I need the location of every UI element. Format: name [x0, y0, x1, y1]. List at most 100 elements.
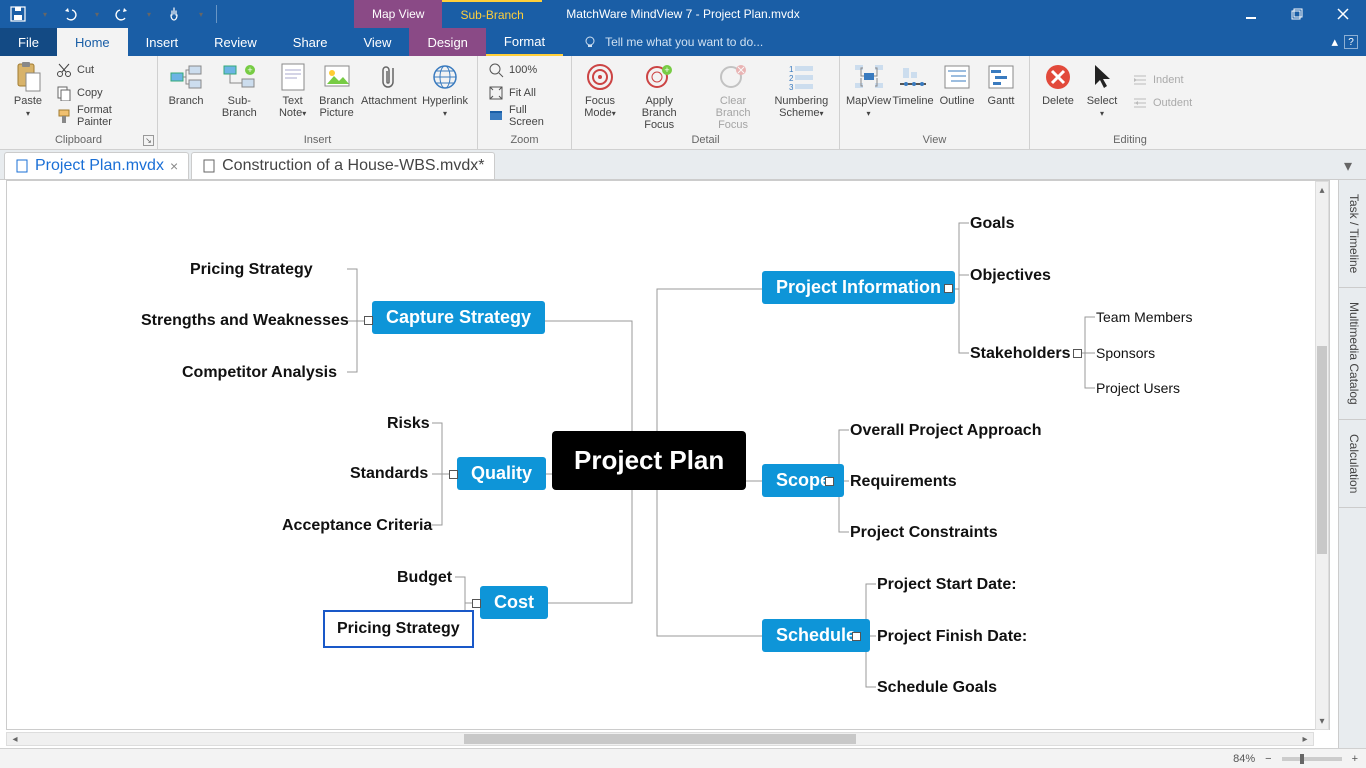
contextual-tab-subbranch-header[interactable]: Sub-Branch: [442, 0, 541, 28]
fullscreen-button[interactable]: Full Screen: [484, 105, 565, 127]
toggle-stakeholders[interactable]: [1073, 349, 1082, 358]
node-objectives[interactable]: Objectives: [970, 267, 1051, 285]
apply-branch-focus-button[interactable]: +Apply BranchFocus: [622, 59, 696, 133]
qat-save-button[interactable]: [6, 2, 30, 26]
numbering-scheme-button[interactable]: 123NumberingScheme▾: [770, 59, 833, 122]
toggle-scope[interactable]: [825, 477, 834, 486]
scroll-down-button[interactable]: ▾: [1316, 713, 1328, 729]
qat-save-dropdown[interactable]: [32, 2, 56, 26]
tab-view[interactable]: View: [345, 28, 409, 56]
sidetab-multimedia-catalog[interactable]: Multimedia Catalog: [1339, 288, 1366, 420]
qat-undo-dropdown[interactable]: [84, 2, 108, 26]
zoom-out-button[interactable]: −: [1265, 753, 1271, 765]
attachment-button[interactable]: Attachment: [359, 59, 419, 109]
zoom-in-button[interactable]: +: [1352, 753, 1358, 765]
node-project-users[interactable]: Project Users: [1096, 380, 1180, 396]
doctab-construction[interactable]: Construction of a House-WBS.mvdx*: [191, 152, 495, 179]
doctab-close-button[interactable]: ×: [170, 158, 178, 174]
subbranch-button[interactable]: +Sub-Branch: [208, 59, 271, 121]
timeline-button[interactable]: Timeline: [891, 59, 935, 109]
node-competitor-analysis[interactable]: Competitor Analysis: [182, 364, 337, 382]
branch-picture-button[interactable]: BranchPicture: [315, 59, 359, 121]
sidetab-calculation[interactable]: Calculation: [1339, 420, 1366, 508]
node-root[interactable]: Project Plan: [552, 431, 746, 490]
zoom-level[interactable]: 84%: [1233, 753, 1255, 765]
node-team-members[interactable]: Team Members: [1096, 309, 1192, 325]
qat-touch-button[interactable]: [162, 2, 186, 26]
tab-review[interactable]: Review: [196, 28, 275, 56]
minimize-button[interactable]: [1228, 0, 1274, 28]
node-schedule-goals[interactable]: Schedule Goals: [877, 679, 997, 697]
qat-redo-button[interactable]: [110, 2, 134, 26]
zoom-slider[interactable]: [1282, 757, 1342, 761]
node-standards[interactable]: Standards: [350, 465, 428, 483]
hyperlink-button[interactable]: Hyperlink▾: [419, 59, 471, 122]
focus-mode-button[interactable]: FocusMode▾: [578, 59, 622, 122]
select-button[interactable]: Select▾: [1080, 59, 1124, 122]
zoom-slider-knob[interactable]: [1300, 754, 1304, 764]
sidetab-task-timeline[interactable]: Task / Timeline: [1339, 180, 1366, 288]
clipboard-launcher[interactable]: ↘: [143, 135, 154, 146]
node-start-date[interactable]: Project Start Date:: [877, 576, 1017, 594]
vscroll-thumb[interactable]: [1317, 346, 1327, 554]
zoom-100-button[interactable]: 100%: [484, 59, 565, 81]
tab-design[interactable]: Design: [409, 28, 485, 56]
node-strengths-weaknesses[interactable]: Strengths and Weaknesses: [141, 312, 349, 330]
qat-redo-dropdown[interactable]: [136, 2, 160, 26]
toggle-schedule[interactable]: [852, 632, 861, 641]
tab-insert[interactable]: Insert: [128, 28, 197, 56]
format-painter-button[interactable]: Format Painter: [52, 105, 151, 127]
toggle-cost[interactable]: [472, 599, 481, 608]
toggle-capture[interactable]: [364, 316, 373, 325]
horizontal-scrollbar[interactable]: ◂ ▸: [6, 732, 1314, 746]
node-cost[interactable]: Cost: [480, 586, 548, 619]
mindmap-canvas[interactable]: Project Plan Capture Strategy Pricing St…: [6, 180, 1330, 730]
node-requirements[interactable]: Requirements: [850, 473, 957, 491]
tab-share[interactable]: Share: [275, 28, 346, 56]
tab-file[interactable]: File: [0, 28, 57, 56]
scroll-up-button[interactable]: ▴: [1316, 182, 1328, 198]
doctab-dropdown[interactable]: ▾: [1344, 156, 1360, 172]
delete-button[interactable]: Delete: [1036, 59, 1080, 109]
close-button[interactable]: [1320, 0, 1366, 28]
node-pricing-strategy[interactable]: Pricing Strategy: [190, 261, 313, 279]
node-finish-date[interactable]: Project Finish Date:: [877, 628, 1027, 646]
tab-home[interactable]: Home: [57, 28, 128, 56]
cut-button[interactable]: Cut: [52, 59, 151, 81]
hscroll-thumb[interactable]: [464, 734, 856, 744]
mapview-button[interactable]: MapView▾: [846, 59, 891, 122]
vertical-scrollbar[interactable]: ▴ ▾: [1315, 181, 1329, 730]
ribbon-help-button[interactable]: ?: [1344, 35, 1358, 49]
toggle-projinfo[interactable]: [944, 284, 953, 293]
node-sponsors[interactable]: Sponsors: [1096, 345, 1155, 361]
node-acceptance-criteria[interactable]: Acceptance Criteria: [282, 517, 432, 535]
toggle-quality[interactable]: [449, 470, 458, 479]
gantt-button[interactable]: Gantt: [979, 59, 1023, 109]
contextual-tab-mapview-header[interactable]: Map View: [354, 0, 442, 28]
node-pricing-strategy-selected[interactable]: Pricing Strategy: [323, 610, 474, 648]
ribbon-collapse-button[interactable]: ▴: [1331, 34, 1338, 50]
node-budget[interactable]: Budget: [397, 569, 452, 587]
restore-button[interactable]: [1274, 0, 1320, 28]
textnote-button[interactable]: TextNote▾: [271, 59, 315, 122]
scroll-right-button[interactable]: ▸: [1297, 733, 1313, 745]
scroll-left-button[interactable]: ◂: [7, 733, 23, 745]
branch-button[interactable]: Branch: [164, 59, 208, 109]
paste-button[interactable]: Paste▾: [6, 59, 50, 122]
tell-me-search[interactable]: Tell me what you want to do...: [563, 28, 1331, 56]
node-capture-strategy[interactable]: Capture Strategy: [372, 301, 545, 334]
node-overall-approach[interactable]: Overall Project Approach: [850, 422, 1041, 440]
copy-button[interactable]: Copy: [52, 82, 151, 104]
doctab-project-plan[interactable]: Project Plan.mvdx ×: [4, 152, 189, 179]
qat-touch-dropdown[interactable]: [188, 2, 212, 26]
fit-all-button[interactable]: Fit All: [484, 82, 565, 104]
node-risks[interactable]: Risks: [387, 415, 430, 433]
node-project-information[interactable]: Project Information: [762, 271, 955, 304]
node-goals[interactable]: Goals: [970, 215, 1014, 233]
outline-button[interactable]: Outline: [935, 59, 979, 109]
tab-format[interactable]: Format: [486, 28, 563, 56]
qat-undo-button[interactable]: [58, 2, 82, 26]
node-quality[interactable]: Quality: [457, 457, 546, 490]
node-project-constraints[interactable]: Project Constraints: [850, 524, 998, 542]
node-stakeholders[interactable]: Stakeholders: [970, 345, 1070, 363]
